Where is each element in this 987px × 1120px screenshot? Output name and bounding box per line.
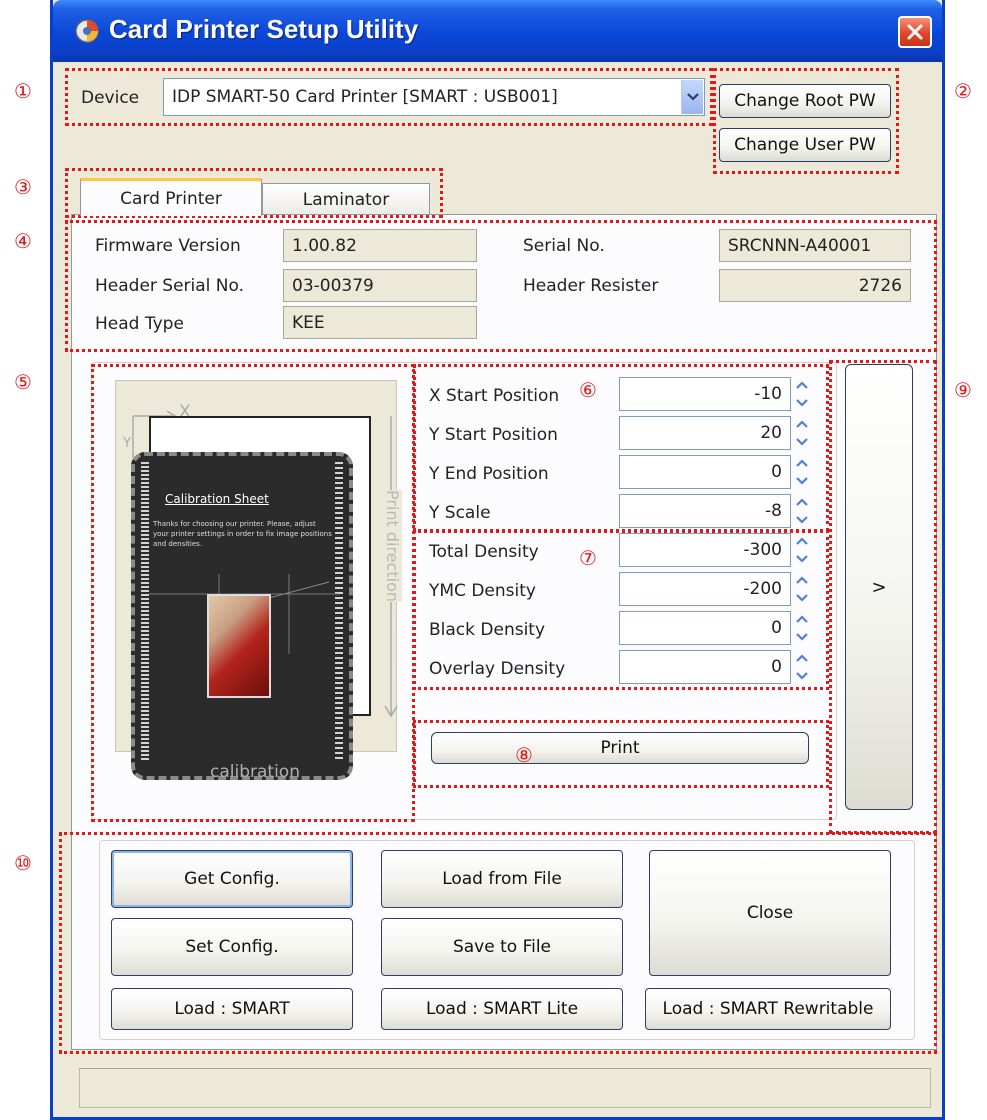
close-icon bbox=[907, 24, 923, 40]
close-window-button[interactable] bbox=[898, 16, 932, 48]
status-bar bbox=[79, 1068, 931, 1108]
annotation-1-number: ① bbox=[14, 79, 32, 103]
annotation-5-number: ⑤ bbox=[14, 370, 32, 394]
annotation-box-1 bbox=[65, 68, 713, 126]
annotation-4-number: ④ bbox=[14, 229, 32, 253]
tab-card-printer[interactable]: Card Printer bbox=[80, 178, 262, 216]
annotation-box-8 bbox=[413, 720, 829, 788]
annotation-10-number: ⑩ bbox=[14, 851, 32, 875]
annotation-8-number: ⑧ bbox=[515, 743, 533, 767]
app-icon bbox=[73, 17, 101, 45]
annotation-box-9 bbox=[829, 360, 937, 834]
window-title: Card Printer Setup Utility bbox=[109, 14, 419, 44]
annotation-box-4 bbox=[65, 220, 937, 352]
annotation-9-number: ⑨ bbox=[954, 378, 972, 402]
annotation-box-10 bbox=[59, 832, 937, 1054]
annotation-box-7 bbox=[413, 530, 829, 690]
annotation-6-number: ⑥ bbox=[579, 378, 597, 402]
annotation-box-5 bbox=[91, 364, 415, 822]
annotation-7-number: ⑦ bbox=[579, 546, 597, 570]
annotation-box-2 bbox=[713, 68, 899, 174]
annotation-3-number: ③ bbox=[14, 175, 32, 199]
annotation-2-number: ② bbox=[954, 79, 972, 103]
app-window: Card Printer Setup Utility Device IDP SM… bbox=[50, 0, 945, 1120]
annotation-box-6 bbox=[413, 364, 829, 532]
title-bar[interactable]: Card Printer Setup Utility bbox=[53, 0, 942, 62]
